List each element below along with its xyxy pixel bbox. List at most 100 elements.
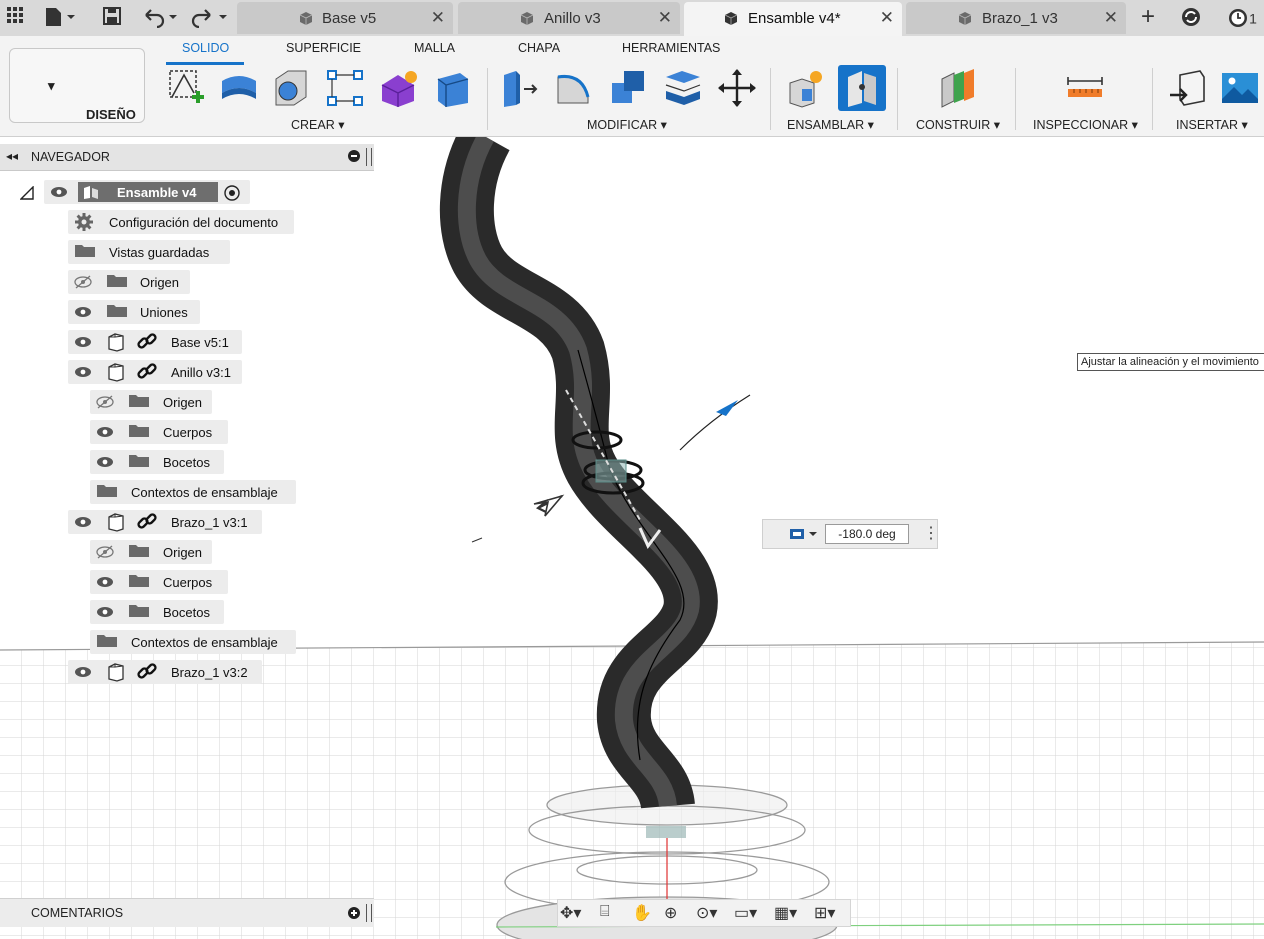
visibility-eye-icon[interactable] bbox=[96, 425, 114, 439]
combine-icon[interactable] bbox=[608, 67, 650, 109]
job-status-icon[interactable]: 1 bbox=[1220, 6, 1264, 28]
tab-malla[interactable]: MALLA bbox=[414, 41, 455, 55]
extensions-icon[interactable] bbox=[1178, 6, 1204, 28]
tab-anillo[interactable]: Anillo v3 ✕ bbox=[458, 2, 680, 34]
group-construir[interactable]: CONSTRUIR ▾ bbox=[916, 117, 1000, 132]
tree-item-label: Anillo v3:1 bbox=[171, 365, 231, 380]
move-copy-icon[interactable] bbox=[716, 67, 758, 109]
tree-row[interactable]: Brazo_1 v3:2 bbox=[0, 660, 374, 684]
file-menu-icon[interactable] bbox=[42, 6, 76, 28]
undo-icon[interactable] bbox=[140, 6, 180, 29]
tree-row[interactable]: Uniones bbox=[0, 300, 374, 324]
angle-value-input[interactable]: -180.0 deg bbox=[825, 524, 909, 544]
add-comment-icon[interactable] bbox=[348, 907, 360, 922]
tree-row[interactable]: Contextos de ensamblaje bbox=[0, 480, 374, 504]
zoom-icon[interactable]: ⊕ bbox=[664, 903, 677, 923]
display-settings-icon[interactable]: ▭▾ bbox=[734, 903, 757, 923]
close-tab-icon[interactable]: ✕ bbox=[880, 8, 894, 28]
split-body-icon[interactable] bbox=[662, 67, 704, 109]
measure-icon[interactable] bbox=[1064, 67, 1106, 109]
more-options-icon[interactable]: ⋮ bbox=[923, 523, 939, 543]
tree-row[interactable]: Configuración del documento bbox=[0, 210, 374, 234]
navigator-header: ◂◂ NAVEGADOR bbox=[0, 144, 374, 171]
visibility-eye-icon[interactable] bbox=[96, 605, 114, 619]
folder-icon bbox=[129, 575, 149, 587]
tree-row[interactable]: Origen bbox=[0, 540, 374, 564]
group-inspeccionar[interactable]: INSPECCIONAR ▾ bbox=[1033, 117, 1138, 132]
group-crear[interactable]: CREAR ▾ bbox=[291, 117, 345, 132]
grid-settings-icon[interactable]: ▦▾ bbox=[774, 903, 797, 923]
create-sketch-icon[interactable] bbox=[164, 67, 206, 109]
tab-brazo[interactable]: Brazo_1 v3 ✕ bbox=[906, 2, 1126, 34]
group-insertar[interactable]: INSERTAR ▾ bbox=[1176, 117, 1248, 132]
tab-base[interactable]: Base v5 ✕ bbox=[237, 2, 453, 34]
insert-image-icon[interactable] bbox=[1218, 67, 1260, 109]
tab-chapa[interactable]: CHAPA bbox=[518, 41, 560, 55]
new-tab-plus-icon[interactable]: + bbox=[1134, 5, 1162, 29]
visibility-eye-icon[interactable] bbox=[74, 515, 92, 529]
tree-row[interactable]: Contextos de ensamblaje bbox=[0, 630, 374, 654]
pan-hand-icon[interactable]: ✋ bbox=[632, 903, 652, 923]
close-tab-icon[interactable]: ✕ bbox=[1104, 8, 1118, 28]
extrude-icon[interactable] bbox=[218, 67, 260, 109]
app-grid-icon[interactable] bbox=[4, 6, 26, 28]
visibility-eye-icon[interactable] bbox=[74, 335, 92, 349]
offset-plane-icon[interactable] bbox=[936, 67, 978, 109]
tab-ensamble[interactable]: Ensamble v4* ✕ bbox=[684, 2, 902, 36]
insert-derive-icon[interactable] bbox=[1166, 67, 1208, 109]
tree-row[interactable]: Anillo v3:1 bbox=[0, 360, 374, 384]
fit-zoom-icon[interactable]: ⊙▾ bbox=[696, 903, 717, 923]
new-component-icon[interactable] bbox=[784, 67, 826, 109]
tab-solido[interactable]: SOLIDO bbox=[182, 41, 229, 55]
tree-row[interactable]: Vistas guardadas bbox=[0, 240, 374, 264]
activate-radio-icon[interactable] bbox=[224, 185, 240, 201]
tab-herramientas[interactable]: HERRAMIENTAS bbox=[622, 41, 720, 55]
form-icon[interactable] bbox=[378, 67, 420, 109]
viewports-icon[interactable]: ⊞▾ bbox=[814, 903, 835, 923]
tab-label: Base v5 bbox=[322, 10, 377, 27]
tree-row[interactable]: Origen bbox=[0, 390, 374, 414]
close-tab-icon[interactable]: ✕ bbox=[658, 8, 672, 28]
look-at-icon[interactable]: ⌸ bbox=[600, 903, 610, 921]
workspace-switcher-button[interactable]: DISEÑO ▾ bbox=[9, 48, 145, 123]
visibility-eye-icon[interactable] bbox=[74, 305, 92, 319]
tree-item-label: Brazo_1 v3:2 bbox=[171, 665, 248, 680]
close-tab-icon[interactable]: ✕ bbox=[431, 8, 445, 28]
press-pull-icon[interactable] bbox=[498, 67, 540, 109]
tree-row[interactable]: Origen bbox=[0, 270, 374, 294]
tree-row[interactable]: Bocetos bbox=[0, 450, 374, 474]
collapse-icon[interactable] bbox=[20, 186, 34, 200]
revolve-icon[interactable] bbox=[270, 67, 312, 109]
sketch-pattern-icon[interactable] bbox=[324, 67, 366, 109]
redo-icon[interactable] bbox=[190, 6, 230, 29]
visibility-eye-icon[interactable] bbox=[96, 455, 114, 469]
group-modificar[interactable]: MODIFICAR ▾ bbox=[587, 117, 667, 132]
panel-resize-handle[interactable] bbox=[366, 904, 372, 922]
tree-root-row[interactable]: Ensamble v4 bbox=[0, 180, 374, 204]
tree-row[interactable]: Cuerpos bbox=[0, 570, 374, 594]
comments-panel-header: COMENTARIOS bbox=[0, 898, 374, 927]
group-ensamblar[interactable]: ENSAMBLAR ▾ bbox=[787, 117, 874, 132]
tree-row[interactable]: Bocetos bbox=[0, 600, 374, 624]
tree-row[interactable]: Base v5:1 bbox=[0, 330, 374, 354]
visibility-eye-icon[interactable] bbox=[74, 665, 92, 679]
panel-resize-handle[interactable] bbox=[366, 148, 372, 166]
tree-row[interactable]: Brazo_1 v3:1 bbox=[0, 510, 374, 534]
visibility-eye-icon[interactable] bbox=[50, 185, 68, 199]
hidden-eye-icon[interactable] bbox=[74, 275, 92, 289]
orbit-icon[interactable]: ✥▾ bbox=[560, 903, 581, 923]
hidden-eye-icon[interactable] bbox=[96, 395, 114, 409]
collapse-navigator-icon[interactable]: ◂◂ bbox=[6, 149, 18, 163]
visibility-eye-icon[interactable] bbox=[96, 575, 114, 589]
fillet-icon[interactable] bbox=[552, 67, 594, 109]
component-link-icon bbox=[108, 363, 157, 382]
tree-row[interactable]: Cuerpos bbox=[0, 420, 374, 444]
joint-button[interactable] bbox=[838, 65, 886, 111]
create-box-icon[interactable] bbox=[432, 67, 474, 109]
angle-mode-dropdown[interactable] bbox=[789, 527, 821, 544]
hidden-eye-icon[interactable] bbox=[96, 545, 114, 559]
visibility-eye-icon[interactable] bbox=[74, 365, 92, 379]
save-icon[interactable] bbox=[100, 6, 124, 28]
tab-superficie[interactable]: SUPERFICIE bbox=[286, 41, 361, 55]
minimize-panel-icon[interactable] bbox=[348, 150, 360, 165]
